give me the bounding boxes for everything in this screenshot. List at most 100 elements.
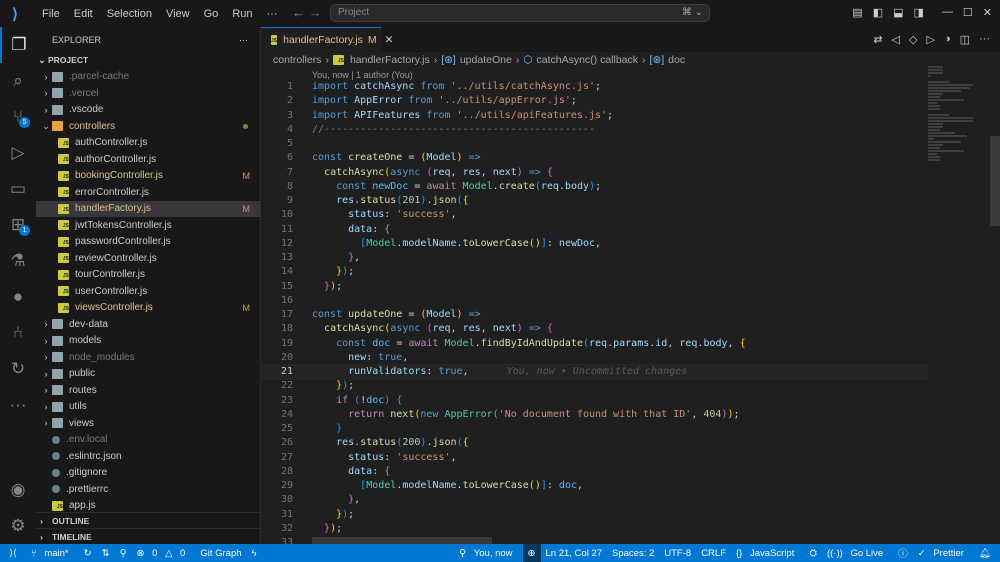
code-line[interactable]: 28 data: { — [261, 465, 926, 479]
tree-item[interactable]: › node_modules — [36, 349, 260, 366]
outline-section[interactable]: › OUTLINE — [36, 512, 261, 528]
tree-item[interactable]: .prettierrc — [36, 481, 260, 498]
copilot-icon[interactable]: ⌘ ⌄ — [682, 5, 703, 21]
code-line[interactable]: 24 return next(new AppError('No document… — [261, 408, 926, 422]
code-line[interactable]: 21 runValidators: true, You, now • Uncomm… — [260, 363, 927, 381]
tree-item[interactable]: JS authController.js — [36, 135, 260, 152]
tree-item[interactable]: .gitignore — [36, 465, 260, 482]
breadcrumb-item[interactable]: handlerFactory.js — [350, 54, 430, 66]
code-line[interactable]: 13 }, — [261, 251, 926, 265]
project-header[interactable]: ⌄ PROJECT — [36, 52, 260, 69]
testing-icon[interactable]: ⚗ — [0, 243, 36, 279]
code-line[interactable]: 3 import APIFeatures from '../utils/apiFe… — [261, 109, 926, 123]
code-line[interactable]: 30 }, — [261, 493, 926, 507]
close-window-icon[interactable]: ✕ — [983, 6, 992, 19]
code-line[interactable]: 26 res.status(200).json({ — [261, 436, 926, 450]
tree-item[interactable]: JS handlerFactory.js M — [36, 200, 260, 217]
tree-item[interactable]: JS passwordController.js — [36, 234, 260, 251]
explorer-icon[interactable]: ❐ — [0, 27, 36, 63]
liveshare-status-icon[interactable]: ⚲ — [120, 548, 127, 559]
toggle-panel-icon[interactable]: ⬓ — [893, 6, 903, 19]
search-icon[interactable]: ⌕ — [0, 63, 36, 99]
cursor-position[interactable]: Ln 21, Col 27 — [546, 548, 603, 559]
code-line[interactable]: 12 [Model.modelName.toLowerCase()]: newD… — [261, 237, 926, 251]
extensions-icon[interactable]: ⊞ 1 — [0, 207, 36, 243]
menu-item-4[interactable]: Go — [204, 8, 219, 20]
tree-item[interactable]: › views — [36, 415, 260, 432]
toggle-secondary-icon[interactable]: ◨ — [914, 6, 924, 19]
code-line[interactable]: 18 catchAsync(async (req, res, next) => … — [261, 322, 926, 336]
code-line[interactable]: 8 const newDoc = await Model.create(req.… — [261, 180, 926, 194]
menu-item-3[interactable]: View — [166, 8, 190, 20]
code-line[interactable]: 6 const createOne = (Model) => — [261, 151, 926, 165]
code-line[interactable]: 1 import catchAsync from '../utils/catchA… — [261, 80, 926, 94]
tree-item[interactable]: › .vercel — [36, 85, 260, 102]
remote-indicator-icon[interactable]: ⟩⟨ — [0, 544, 26, 562]
menu-item-5[interactable]: Run — [232, 8, 252, 20]
github-icon[interactable]: ● — [0, 279, 36, 315]
menu-item-1[interactable]: Edit — [74, 8, 93, 20]
tabnine-icon[interactable]: ⓘ — [898, 546, 908, 560]
breadcrumb-item[interactable]: updateOne — [460, 54, 512, 66]
zoom-icon[interactable]: ⊕ — [522, 544, 541, 562]
code-line[interactable]: 17 const updateOne = (Model) => — [261, 308, 926, 322]
tree-item[interactable]: JS authorController.js — [36, 151, 260, 168]
close-tab-icon[interactable]: ✕ — [385, 34, 394, 46]
tree-item[interactable]: JS viewsController.js M — [36, 300, 260, 317]
code-line[interactable]: 25 } — [261, 422, 926, 436]
tree-item[interactable]: JS jwtTokensController.js — [36, 217, 260, 234]
layout-icon[interactable]: ▤ — [852, 6, 862, 19]
code-line[interactable]: 20 new: true, — [261, 351, 926, 365]
blame-status[interactable]: ⚲ You, now — [459, 548, 517, 559]
code-line[interactable]: 23 if (!doc) { — [261, 394, 926, 408]
language-mode[interactable]: {} JavaScript — [736, 548, 799, 559]
command-center-search[interactable]: Project ⌘ ⌄ — [330, 4, 710, 22]
tree-item[interactable]: › .parcel-cache — [36, 69, 260, 86]
codelens-authors[interactable]: You, now | 1 author (You) — [312, 70, 413, 80]
menu-item-6[interactable]: ··· — [267, 8, 278, 20]
tree-item[interactable]: JS userController.js — [36, 283, 260, 300]
tree-item[interactable]: › utils — [36, 399, 260, 416]
tree-item[interactable]: .eslintrc.json — [36, 448, 260, 465]
toggle-sidebar-icon[interactable]: ◧ — [873, 6, 883, 19]
previous-change-icon[interactable]: ◁ — [892, 33, 900, 46]
tree-item[interactable]: JS tourController.js — [36, 267, 260, 284]
code-line[interactable]: 7 catchAsync(async (req, res, next) => { — [261, 166, 926, 180]
code-line[interactable]: 22 }); — [261, 379, 926, 393]
tree-item[interactable]: › routes — [36, 382, 260, 399]
code-line[interactable]: 2 import AppError from '../utils/appError… — [261, 94, 926, 108]
tree-item[interactable]: JS reviewController.js — [36, 250, 260, 267]
git-change-icon[interactable]: ◇ — [909, 33, 917, 46]
code-line[interactable]: 27 status: 'success', — [261, 451, 926, 465]
run-debug-icon[interactable]: ▷ — [0, 135, 36, 171]
tab-handlerfactory[interactable]: JS handlerFactory.js M ✕ — [261, 27, 393, 52]
code-editor[interactable]: 1 import catchAsync from '../utils/catchA… — [260, 80, 927, 550]
copilot-status-icon[interactable]: ⛭ — [809, 548, 817, 559]
git-graph-button[interactable]: Git Graph — [200, 548, 241, 559]
code-line[interactable]: 29 [Model.modelName.toLowerCase()]: doc, — [261, 479, 926, 493]
tree-item[interactable]: › dev-data — [36, 316, 260, 333]
notifications-bell-icon[interactable]: 🔔︎ — [979, 548, 991, 559]
git-fetch-icon[interactable]: ⇅ — [102, 548, 110, 559]
settings-gear-icon[interactable]: ⚙ — [0, 508, 36, 544]
more-actions-icon[interactable]: ··· — [979, 33, 990, 46]
menu-item-2[interactable]: Selection — [107, 8, 152, 20]
tree-item[interactable]: JS bookingController.js M — [36, 168, 260, 185]
minimap[interactable] — [928, 66, 988, 176]
tree-item[interactable]: › .vscode — [36, 102, 260, 119]
source-control-icon[interactable]: ⑂ 5 — [0, 99, 36, 135]
sync-icon[interactable]: ↻ — [84, 548, 92, 559]
code-line[interactable]: 4 //-------------------------------------… — [261, 123, 926, 137]
code-line[interactable]: 31 }); — [261, 508, 926, 522]
line-ending[interactable]: CRLF — [701, 548, 726, 559]
scrollbar-thumb[interactable] — [990, 136, 1000, 226]
split-editor-icon[interactable]: ◫ — [960, 33, 970, 46]
account-icon[interactable]: ◉ — [0, 472, 36, 508]
code-line[interactable]: 5 — [261, 137, 926, 151]
menu-item-0[interactable]: File — [42, 8, 60, 20]
code-line[interactable]: 9 res.status(201).json({ — [261, 194, 926, 208]
forward-icon[interactable]: → — [309, 5, 322, 20]
tree-item[interactable]: › public — [36, 366, 260, 383]
code-line[interactable]: 14 }); — [261, 265, 926, 279]
timeline-section[interactable]: › TIMELINE — [36, 528, 261, 544]
